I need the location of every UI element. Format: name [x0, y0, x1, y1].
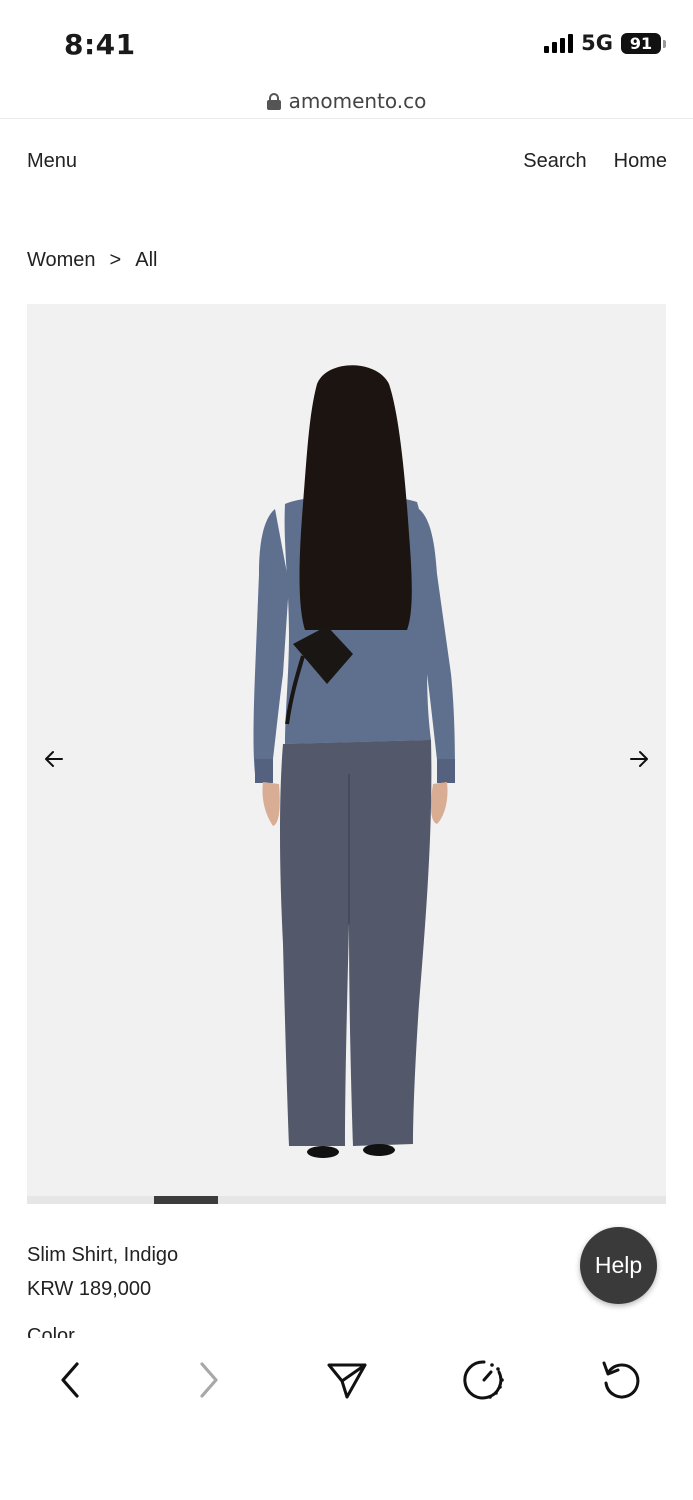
status-bar: 8:41 5G 91 — [0, 0, 693, 88]
color-label: Color — [27, 1326, 75, 1338]
lock-icon — [266, 92, 281, 110]
timer-icon — [463, 1360, 504, 1400]
product-price: KRW 189,000 — [27, 1278, 152, 1300]
header-links: Search Home — [523, 150, 667, 173]
status-indicators: 5G 91 — [544, 31, 666, 55]
product-photo — [253, 365, 455, 1158]
browser-toolbar — [0, 1338, 693, 1500]
status-time: 8:41 — [64, 28, 136, 61]
reload-icon — [602, 1361, 640, 1399]
divider — [0, 118, 693, 119]
reload-button[interactable] — [599, 1358, 643, 1402]
prev-image-icon[interactable] — [42, 747, 66, 771]
chevron-right-icon — [200, 1362, 218, 1398]
gallery-progress-indicator — [154, 1196, 218, 1204]
battery-icon: 91 — [621, 32, 666, 54]
send-icon — [327, 1363, 367, 1399]
menu-link[interactable]: Menu — [27, 150, 77, 173]
signal-icon — [544, 33, 574, 53]
product-name: Slim Shirt, Indigo — [27, 1244, 179, 1266]
home-link[interactable]: Home — [614, 150, 667, 173]
url-bar[interactable]: amomento.co — [0, 84, 693, 118]
breadcrumb: Women > All — [27, 249, 157, 272]
back-button[interactable] — [48, 1358, 92, 1402]
site-header: Menu Search Home — [27, 150, 667, 178]
network-type: 5G — [581, 31, 613, 55]
help-button[interactable]: Help — [580, 1227, 657, 1304]
breadcrumb-all[interactable]: All — [135, 249, 157, 272]
gallery-progress-bar — [27, 1196, 666, 1204]
chevron-left-icon — [61, 1362, 79, 1398]
breadcrumb-women[interactable]: Women — [27, 249, 96, 272]
next-image-icon[interactable] — [627, 747, 651, 771]
breadcrumb-separator: > — [109, 249, 122, 271]
share-button[interactable] — [325, 1358, 369, 1402]
timer-button[interactable] — [462, 1358, 506, 1402]
search-link[interactable]: Search — [523, 150, 586, 173]
url-text: amomento.co — [288, 89, 427, 113]
forward-button[interactable] — [187, 1358, 231, 1402]
product-image-gallery[interactable] — [27, 304, 666, 1204]
